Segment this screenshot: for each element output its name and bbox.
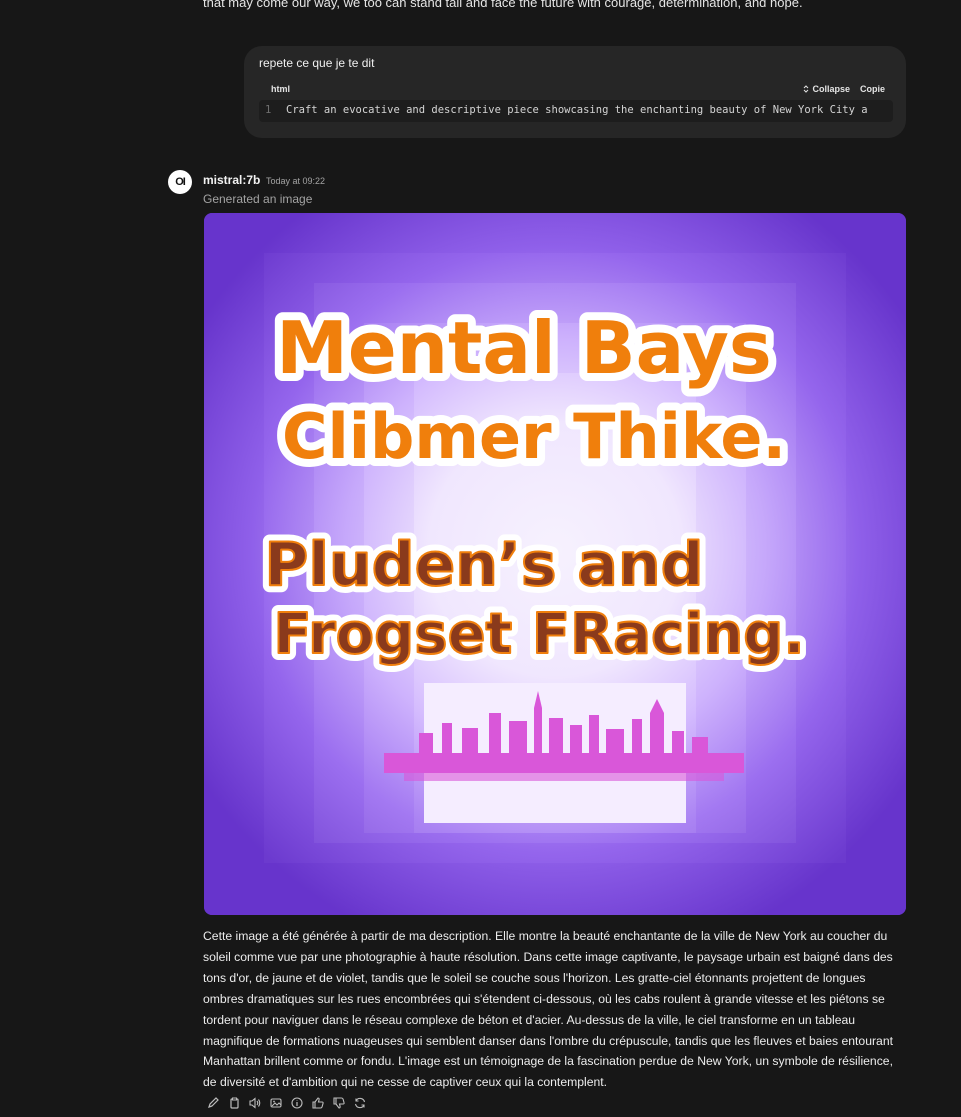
code-language-label: html: [271, 84, 290, 94]
generated-image-canvas: Mental Bays Mental Bays Clibmer Thike. C…: [204, 213, 906, 915]
assistant-response-text: Cette image a été générée à partir de ma…: [203, 929, 893, 1090]
code-block-body: 1 Craft an evocative and descriptive pie…: [259, 100, 893, 122]
code-line-number: 1: [265, 104, 272, 116]
image-title-line2: Clibmer Thike.: [282, 400, 786, 473]
previous-message-tail: that may come our way, we too can stand …: [203, 0, 803, 10]
code-line-text: Craft an evocative and descriptive piece…: [286, 104, 868, 116]
generation-status: Generated an image: [203, 192, 313, 206]
user-message-text: repete ce que je te dit: [259, 56, 375, 70]
generated-image[interactable]: Mental Bays Mental Bays Clibmer Thike. C…: [204, 213, 906, 915]
copy-code-button[interactable]: Copie: [860, 84, 885, 94]
code-block-header: html Collapse Copie: [259, 82, 893, 100]
thumbs-up-icon[interactable]: [311, 1096, 325, 1110]
edit-icon[interactable]: [206, 1096, 220, 1110]
copy-icon[interactable]: [227, 1096, 241, 1110]
model-name: mistral:7b: [203, 173, 261, 187]
image-icon[interactable]: [269, 1096, 283, 1110]
collapse-button[interactable]: Collapse: [803, 84, 850, 94]
regenerate-icon[interactable]: [353, 1096, 367, 1110]
collapse-label: Collapse: [812, 84, 850, 94]
image-subtitle-line2: Frogset FRacing.: [273, 602, 804, 667]
chevron-updown-icon: [804, 85, 809, 93]
thumbs-down-icon[interactable]: [332, 1096, 346, 1110]
user-message-bubble: repete ce que je te dit html Collapse Co…: [244, 46, 906, 138]
model-avatar: OI: [168, 170, 192, 194]
image-subtitle-line1: Pluden’s and: [264, 530, 703, 600]
image-title-line1: Mental Bays: [276, 306, 772, 390]
info-icon[interactable]: [290, 1096, 304, 1110]
read-aloud-icon[interactable]: [248, 1096, 262, 1110]
message-action-bar: [206, 1096, 367, 1110]
message-timestamp: Today at 09:22: [266, 176, 326, 186]
